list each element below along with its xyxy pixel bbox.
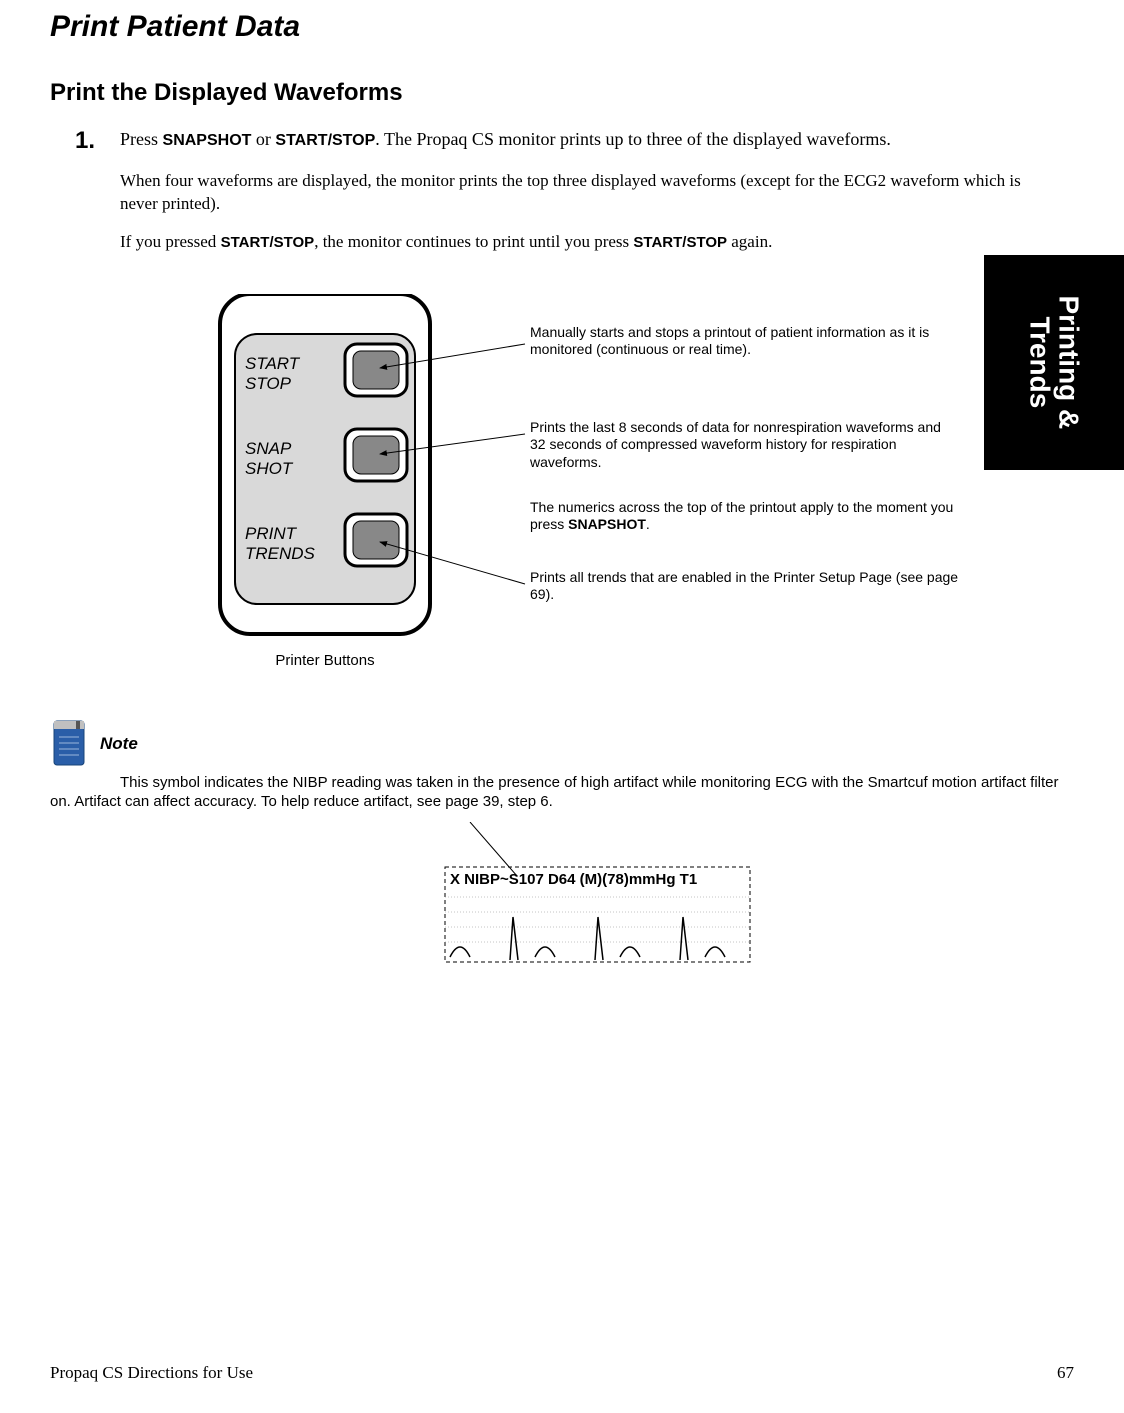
btn-label: PRINT	[245, 524, 298, 543]
callout-snapshot-2: The numerics across the top of the print…	[530, 499, 960, 534]
text: , the monitor continues to print until y…	[314, 232, 633, 251]
btn-label: TRENDS	[245, 544, 316, 563]
callout-print-trends: Prints all trends that are enabled in th…	[530, 569, 960, 604]
key-snapshot: SNAPSHOT	[568, 516, 646, 532]
text: If you pressed	[120, 232, 221, 251]
text: . The Propaq CS monitor prints up to thr…	[375, 129, 891, 149]
step-1: 1. Press SNAPSHOT or START/STOP. The Pro…	[75, 127, 1074, 155]
footer-doc-title: Propaq CS Directions for Use	[50, 1363, 253, 1383]
key-start-stop: START/STOP	[633, 234, 727, 251]
step-number: 1.	[75, 127, 120, 155]
page-title: Print Patient Data	[50, 10, 1074, 44]
step-text: Press SNAPSHOT or START/STOP. The Propaq…	[120, 127, 1074, 155]
key-start-stop: START/STOP	[221, 234, 315, 251]
section-heading: Print the Displayed Waveforms	[50, 79, 1074, 107]
key-snapshot: SNAPSHOT	[163, 132, 252, 149]
callout-snapshot-1: Prints the last 8 seconds of data for no…	[530, 419, 960, 472]
text: Press	[120, 129, 163, 149]
btn-label: SNAP	[245, 439, 292, 458]
note-label: Note	[100, 734, 138, 754]
strip-header: X NIBP~S107 D64 (M)(78)mmHg T1	[450, 871, 697, 888]
paragraph: If you pressed START/STOP, the monitor c…	[120, 231, 1040, 254]
text: or	[251, 129, 275, 149]
key-start-stop: START/STOP	[275, 132, 375, 149]
btn-label: START	[245, 354, 301, 373]
paragraph: When four waveforms are displayed, the m…	[120, 170, 1040, 216]
note-text: This symbol indicates the NIBP reading w…	[50, 773, 1060, 812]
figure-caption: Printer Buttons	[215, 652, 435, 669]
callout-start-stop: Manually starts and stops a printout of …	[530, 324, 960, 359]
printout-strip: X NIBP~S107 D64 (M)(78)mmHg T1	[50, 822, 1074, 1022]
btn-label: SHOT	[245, 459, 294, 478]
page-number: 67	[1057, 1363, 1074, 1383]
printer-diagram: START STOP SNAP SHOT PRINT TRENDS Man	[50, 294, 1074, 694]
btn-label: STOP	[245, 374, 292, 393]
text: .	[646, 516, 650, 532]
text: again.	[727, 232, 772, 251]
note-icon	[50, 719, 90, 769]
